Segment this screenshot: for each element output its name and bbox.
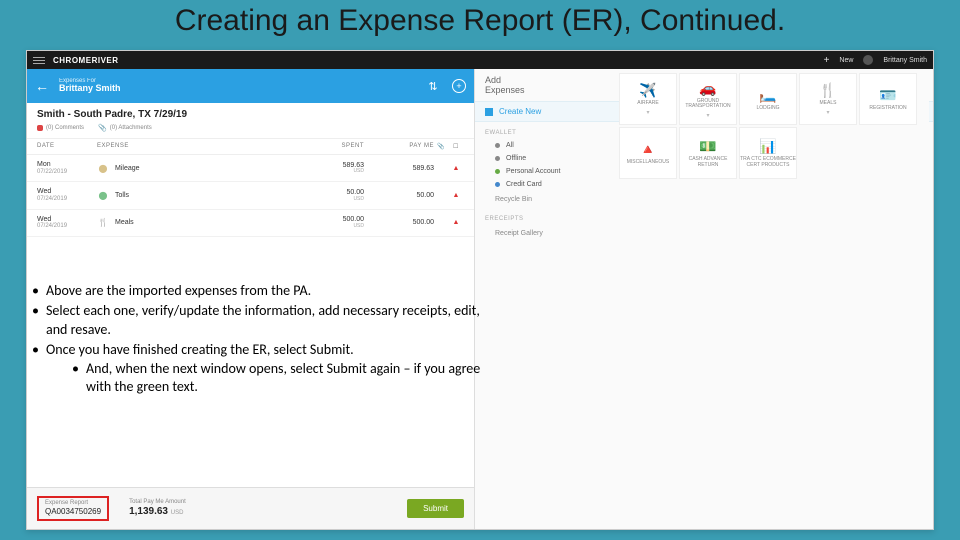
submit-button[interactable]: Submit [407, 499, 464, 518]
category-label: REGISTRATION [869, 106, 906, 112]
filter-label: Credit Card [506, 181, 542, 188]
category-tile[interactable]: 🛏️ LODGING [739, 73, 797, 125]
user-name[interactable]: Brittany Smith [883, 57, 927, 64]
expense-type-icon: ⬤ [97, 162, 109, 174]
filter-dot-icon [495, 169, 500, 174]
category-tile[interactable]: 🚗 GROUND TRANSPORTATION ▾ [679, 73, 737, 125]
category-tile[interactable]: 💵 CASH ADVANCE RETURN [679, 127, 737, 179]
category-tile[interactable]: 🪪 REGISTRATION [859, 73, 917, 125]
category-icon: 🔺 [639, 141, 656, 158]
filter-label: Offline [506, 155, 526, 162]
filter-label: Personal Account [506, 168, 560, 175]
total-amount: 1,139.63 [129, 506, 168, 517]
category-tile[interactable]: 🔺 MISCELLANEOUS [619, 127, 677, 179]
report-footer: Expense Report QA0034750269 Total Pay Me… [27, 487, 474, 529]
avatar-icon[interactable] [863, 55, 873, 65]
filter-dot-icon [495, 156, 500, 161]
expense-type-icon: ⬤ [97, 189, 109, 201]
category-icon: 🛏️ [759, 87, 776, 104]
new-label[interactable]: New [839, 57, 853, 64]
category-label: LODGING [756, 106, 779, 112]
chevron-down-icon: ▾ [706, 112, 709, 119]
expense-report-id-box: Expense Report QA0034750269 [37, 496, 109, 521]
category-label: TRA CTC ECOMMERCE CERT PRODUCTS [740, 157, 796, 168]
create-new-label: Create New [499, 107, 541, 116]
col-flag-icon: ☐ [448, 143, 464, 150]
col-spent: SPENT [294, 143, 364, 150]
warning-icon: ▲ [448, 219, 464, 226]
comments-icon [37, 125, 43, 131]
paperclip-icon [98, 124, 107, 132]
warning-icon: ▲ [448, 192, 464, 199]
add-expense-icon[interactable]: + [452, 79, 466, 93]
category-tile[interactable]: 📊 TRA CTC ECOMMERCE CERT PRODUCTS [739, 127, 797, 179]
trip-title: Smith - South Padre, TX 7/29/19 [27, 103, 474, 122]
category-tile[interactable]: ✈️ AIRFARE ▾ [619, 73, 677, 125]
column-headers: DATE EXPENSE SPENT PAY ME 📎 ☐ [27, 139, 474, 155]
expense-name: Tolls [115, 192, 129, 199]
sort-icon[interactable]: ⇅ [424, 77, 442, 95]
expense-name: Meals [115, 219, 134, 226]
ereceipts-heading: eReceipts [475, 208, 933, 225]
category-label: MISCELLANEOUS [627, 160, 670, 166]
create-new-icon [485, 108, 493, 116]
filter-dot-icon [495, 182, 500, 187]
bullet-1: Above are the imported expenses from the… [28, 282, 488, 301]
top-bar: CHROMERIVER + New Brittany Smith [27, 51, 933, 69]
header-sublabel: Expenses For [59, 78, 121, 85]
expense-name: Mileage [115, 165, 140, 172]
expense-row[interactable]: Wed07/24/2019🍴Meals500.00USD500.00▲ [27, 210, 474, 237]
expense-row[interactable]: Mon07/22/2019⬤Mileage589.63USD589.63▲ [27, 155, 474, 182]
bullet-2: Select each one, verify/update the infor… [28, 302, 488, 340]
col-payme: PAY ME [364, 143, 434, 150]
total-label: Total Pay Me Amount [129, 499, 186, 506]
recycle-bin[interactable]: Recycle Bin [475, 191, 933, 208]
category-icon: 🍴 [819, 82, 836, 99]
slide-title: Creating an Expense Report (ER), Continu… [0, 0, 960, 41]
expense-row[interactable]: Wed07/24/2019⬤Tolls50.00USD50.00▲ [27, 182, 474, 209]
report-header: ← Expenses For Brittany Smith ⇅ + [27, 69, 474, 103]
total-currency: USD [171, 510, 184, 516]
instruction-bullets: Above are the imported expenses from the… [28, 282, 488, 398]
chevron-down-icon: ▾ [646, 109, 649, 116]
col-date: DATE [37, 143, 97, 150]
plus-icon[interactable]: + [824, 55, 830, 66]
col-expense: EXPENSE [97, 143, 294, 150]
back-arrow-icon[interactable]: ← [35, 78, 49, 94]
logo-part-a: CHROME [53, 56, 92, 65]
filter-dot-icon [495, 143, 500, 148]
category-label: AIRFARE [637, 101, 658, 107]
receipt-gallery[interactable]: Receipt Gallery [475, 225, 933, 242]
category-label: CASH ADVANCE RETURN [680, 157, 736, 168]
logo-part-b: RIVER [92, 56, 119, 65]
add-expenses-panel: Add Expenses Create New eWallet AllOffli… [475, 69, 933, 529]
bullet-3a: And, when the next window opens, select … [68, 360, 488, 398]
warning-icon: ▲ [448, 165, 464, 172]
er-label: Expense Report [45, 500, 101, 507]
app-logo: CHROMERIVER [53, 56, 119, 65]
meta-row: (0) Comments (0) Attachments [27, 122, 474, 139]
category-tiles: ✈️ AIRFARE ▾ 🚗 GROUND TRANSPORTATION ▾ 🛏️ LODGI… [619, 73, 929, 179]
hamburger-icon[interactable] [33, 57, 45, 64]
chevron-down-icon: ▾ [826, 109, 829, 116]
header-user: Brittany Smith [59, 84, 121, 94]
er-id: QA0034750269 [45, 507, 101, 517]
category-tile[interactable]: 🍴 MEALS ▾ [799, 73, 857, 125]
category-icon: 💵 [699, 138, 716, 155]
category-label: MEALS [820, 101, 837, 107]
category-label: GROUND TRANSPORTATION [680, 99, 736, 110]
filter-item[interactable]: Credit Card [475, 178, 933, 191]
attachments-count[interactable]: (0) Attachments [110, 125, 152, 131]
category-icon: 📊 [759, 138, 776, 155]
category-icon: 🪪 [879, 87, 896, 104]
total-block: Total Pay Me Amount 1,139.63 USD [129, 499, 186, 518]
col-attach-icon: 📎 [434, 143, 448, 150]
category-icon: ✈️ [639, 82, 656, 99]
expense-type-icon: 🍴 [97, 217, 109, 229]
bullet-3: Once you have finished creating the ER, … [28, 341, 488, 398]
comments-count[interactable]: (0) Comments [46, 125, 84, 131]
category-icon: 🚗 [699, 80, 716, 97]
filter-label: All [506, 142, 514, 149]
